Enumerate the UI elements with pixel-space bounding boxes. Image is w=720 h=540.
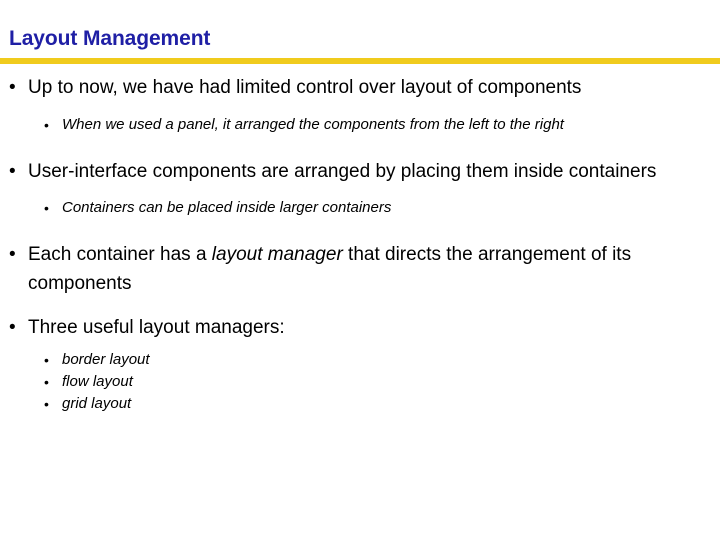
sub-bullet-item: • Containers can be placed inside larger…: [0, 197, 720, 219]
sub-bullet-item: • flow layout: [0, 371, 720, 393]
sub-bullet-text: flow layout: [62, 372, 133, 390]
bullet-item: • User-interface components are arranged…: [0, 158, 720, 187]
bullet-dot-icon: •: [44, 373, 49, 390]
bullet-dot-icon: •: [9, 244, 16, 265]
sub-bullet-text: grid layout: [62, 394, 132, 412]
bullet-dot-icon: •: [44, 116, 49, 133]
bullet-dot-icon: •: [44, 395, 49, 412]
bullet-item: • Each container has a layout manager th…: [0, 241, 720, 298]
bullet-item: • Three useful layout managers:: [0, 314, 720, 343]
bullet-dot-icon: •: [9, 317, 16, 338]
bullet-dot-icon: •: [44, 200, 49, 216]
slide: Layout Management • Up to now, we have h…: [0, 0, 720, 540]
sub-bullet-item: • When we used a panel, it arranged the …: [0, 114, 720, 136]
slide-body: • Up to now, we have had limited control…: [0, 74, 720, 415]
bullet-dot-icon: •: [9, 77, 16, 98]
sub-bullet-item: • border layout: [0, 349, 720, 371]
page-title: Layout Management: [9, 27, 211, 50]
sub-bullet-text: border layout: [62, 350, 150, 368]
sub-bullet-text: Containers can be placed inside larger c…: [62, 199, 392, 216]
sub-bullet-text: When we used a panel, it arranged the co…: [62, 115, 564, 133]
bullet-text-emphasis: layout manager: [211, 244, 343, 265]
bullet-text: User-interface components are arranged b…: [28, 160, 657, 182]
bullet-item: • Up to now, we have had limited control…: [0, 74, 720, 103]
bullet-text-before-emphasis: Each container has a: [28, 244, 212, 265]
sub-bullet-item: • grid layout: [0, 393, 720, 415]
bullet-text: Up to now, we have had limited control o…: [28, 77, 582, 98]
bullet-text: Three useful layout managers:: [28, 317, 285, 338]
title-underline-rule: [0, 58, 720, 64]
bullet-dot-icon: •: [9, 160, 16, 182]
bullet-dot-icon: •: [44, 351, 49, 368]
title-block: Layout Management: [0, 26, 720, 64]
